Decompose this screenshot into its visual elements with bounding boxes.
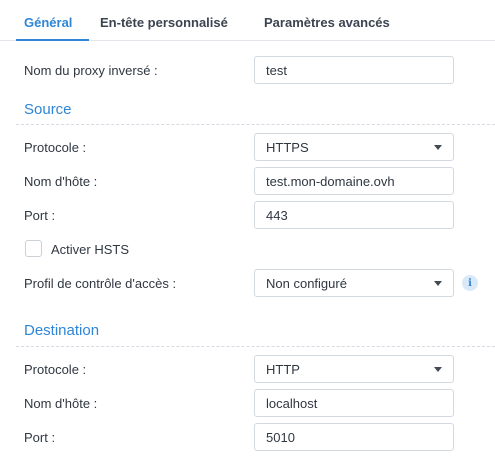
destination-hostname-label: Nom d'hôte : (24, 396, 98, 411)
destination-divider (16, 346, 495, 347)
chevron-down-icon (434, 144, 442, 150)
reverse-proxy-general-panel: Général En-tête personnalisé Paramètres … (0, 0, 495, 457)
destination-protocol-value: HTTP (266, 361, 300, 377)
hsts-label[interactable]: Activer HSTS (51, 242, 129, 257)
destination-protocol-label: Protocole : (24, 362, 87, 377)
source-port-value: 443 (266, 207, 288, 223)
hsts-checkbox[interactable] (25, 240, 42, 257)
active-tab-indicator (16, 39, 89, 41)
tab-custom-header[interactable]: En-tête personnalisé (100, 15, 228, 30)
destination-port-value: 5010 (266, 429, 295, 445)
destination-heading: Destination (24, 322, 100, 339)
info-icon[interactable]: i (462, 275, 478, 291)
tab-advanced-settings[interactable]: Paramètres avancés (264, 15, 390, 30)
proxy-name-value: test (266, 62, 287, 78)
destination-port-label: Port : (24, 430, 56, 445)
destination-hostname-value: localhost (266, 395, 318, 411)
destination-protocol-select[interactable]: HTTP (254, 355, 454, 383)
source-heading: Source (24, 101, 72, 118)
source-port-label: Port : (24, 208, 56, 223)
proxy-name-input[interactable]: test (254, 56, 454, 84)
source-hostname-label: Nom d'hôte : (24, 174, 98, 189)
proxy-name-label: Nom du proxy inversé : (24, 63, 158, 78)
source-port-input[interactable]: 443 (254, 201, 454, 229)
tab-general[interactable]: Général (24, 15, 72, 30)
destination-port-input[interactable]: 5010 (254, 423, 454, 451)
destination-hostname-input[interactable]: localhost (254, 389, 454, 417)
source-divider (16, 124, 495, 125)
chevron-down-icon (434, 366, 442, 372)
source-hostname-value: test.mon-domaine.ovh (266, 173, 395, 189)
source-hostname-input[interactable]: test.mon-domaine.ovh (254, 167, 454, 195)
source-protocol-select[interactable]: HTTPS (254, 133, 454, 161)
tab-bar: Général En-tête personnalisé Paramètres … (0, 0, 495, 41)
source-protocol-label: Protocole : (24, 140, 87, 155)
access-profile-value: Non configuré (266, 275, 347, 291)
access-profile-select[interactable]: Non configuré (254, 269, 454, 297)
source-protocol-value: HTTPS (266, 139, 309, 155)
chevron-down-icon (434, 280, 442, 286)
access-profile-label: Profil de contrôle d'accès : (24, 276, 177, 291)
